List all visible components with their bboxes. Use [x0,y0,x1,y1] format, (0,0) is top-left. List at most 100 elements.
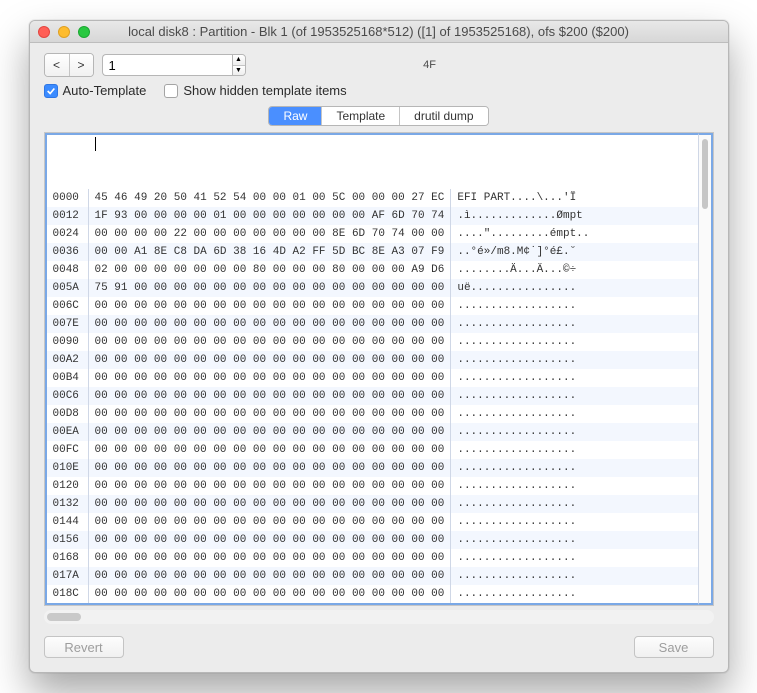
bytes-cell[interactable]: 00 00 00 00 00 00 00 00 00 00 00 00 00 0… [89,423,452,441]
block-stepper[interactable]: ▲ ▼ [232,54,246,76]
ascii-cell[interactable]: .................. [451,423,697,441]
hex-row[interactable]: 004802 00 00 00 00 00 00 00 80 00 00 00 … [47,261,698,279]
ascii-cell[interactable]: .................. [451,549,697,567]
byte-value-label: 4F [246,59,714,71]
ascii-cell[interactable]: ........Ä...Ä...©÷ [451,261,697,279]
bytes-cell[interactable]: 00 00 A1 8E C8 DA 6D 38 16 4D A2 FF 5D B… [89,243,452,261]
hex-row[interactable]: 005A75 91 00 00 00 00 00 00 00 00 00 00 … [47,279,698,297]
hex-row[interactable]: 010E00 00 00 00 00 00 00 00 00 00 00 00 … [47,459,698,477]
bytes-cell[interactable]: 00 00 00 00 00 00 00 00 00 00 00 00 00 0… [89,387,452,405]
hex-row[interactable]: 017A00 00 00 00 00 00 00 00 00 00 00 00 … [47,567,698,585]
offset-cell: 0000 [47,189,89,207]
ascii-cell[interactable]: ....".........émpt.. [451,225,697,243]
bytes-cell[interactable]: 00 00 00 00 00 00 00 00 00 00 00 00 00 0… [89,567,452,585]
hex-row[interactable]: 016800 00 00 00 00 00 00 00 00 00 00 00 … [47,549,698,567]
bytes-cell[interactable]: 00 00 00 00 00 00 00 00 00 00 00 00 00 0… [89,405,452,423]
bytes-cell[interactable]: 00 00 00 00 00 00 00 00 00 00 00 00 00 0… [89,441,452,459]
close-icon[interactable] [38,26,50,38]
hex-row[interactable]: 006C00 00 00 00 00 00 00 00 00 00 00 00 … [47,297,698,315]
save-button[interactable]: Save [634,636,714,658]
ascii-cell[interactable]: EFI PART....\...'Ï [451,189,697,207]
show-hidden-checkbox[interactable]: Show hidden template items [164,83,346,98]
offset-cell: 0090 [47,333,89,351]
hex-row[interactable]: 015600 00 00 00 00 00 00 00 00 00 00 00 … [47,531,698,549]
offset-cell: 018C [47,585,89,603]
ascii-cell[interactable]: uë................ [451,279,697,297]
minimize-icon[interactable] [58,26,70,38]
block-input[interactable] [102,54,232,76]
ascii-cell[interactable]: .................. [451,495,697,513]
ascii-cell[interactable]: .................. [451,477,697,495]
offset-cell: 0048 [47,261,89,279]
hex-editor: 000045 46 49 20 50 41 52 54 00 00 01 00 … [44,132,714,606]
hex-row[interactable]: 003600 00 A1 8E C8 DA 6D 38 16 4D A2 FF … [47,243,698,261]
hex-row[interactable]: 00C600 00 00 00 00 00 00 00 00 00 00 00 … [47,387,698,405]
prev-button[interactable]: < [45,54,69,76]
hex-row[interactable]: 000045 46 49 20 50 41 52 54 00 00 01 00 … [47,189,698,207]
ascii-cell[interactable]: .................. [451,585,697,603]
revert-button[interactable]: Revert [44,636,124,658]
ascii-cell[interactable]: .................. [451,333,697,351]
ascii-cell[interactable]: .................. [451,531,697,549]
ascii-cell[interactable]: .................. [451,441,697,459]
zoom-icon[interactable] [78,26,90,38]
hex-row[interactable]: 00EA00 00 00 00 00 00 00 00 00 00 00 00 … [47,423,698,441]
ascii-cell[interactable]: .................. [451,297,697,315]
hex-row[interactable]: 009000 00 00 00 00 00 00 00 00 00 00 00 … [47,333,698,351]
offset-cell: 0024 [47,225,89,243]
ascii-cell[interactable]: .................. [451,351,697,369]
ascii-cell[interactable]: .ì.............Ømpt [451,207,697,225]
view-tabs: Raw Template drutil dump [268,106,488,126]
ascii-cell[interactable]: .................. [451,369,697,387]
hex-row[interactable]: 00B400 00 00 00 00 00 00 00 00 00 00 00 … [47,369,698,387]
hex-row[interactable]: 007E00 00 00 00 00 00 00 00 00 00 00 00 … [47,315,698,333]
ascii-cell[interactable]: .................. [451,405,697,423]
bytes-cell[interactable]: 02 00 00 00 00 00 00 00 80 00 00 00 80 0… [89,261,452,279]
bytes-cell[interactable]: 00 00 00 00 00 00 00 00 00 00 00 00 00 0… [89,369,452,387]
bytes-cell[interactable]: 00 00 00 00 00 00 00 00 00 00 00 00 00 0… [89,513,452,531]
bytes-cell[interactable]: 00 00 00 00 00 00 00 00 00 00 00 00 00 0… [89,297,452,315]
bytes-cell[interactable]: 00 00 00 00 00 00 00 00 00 00 00 00 00 0… [89,495,452,513]
auto-template-checkbox[interactable]: Auto-Template [44,83,147,98]
bytes-cell[interactable]: 00 00 00 00 00 00 00 00 00 00 00 00 00 0… [89,351,452,369]
bytes-cell[interactable]: 00 00 00 00 00 00 00 00 00 00 00 00 00 0… [89,585,452,603]
scrollbar-thumb[interactable] [47,613,81,621]
bytes-cell[interactable]: 00 00 00 00 00 00 00 00 00 00 00 00 00 0… [89,459,452,477]
horizontal-scrollbar[interactable] [44,610,714,624]
ascii-cell[interactable]: .................. [451,387,697,405]
ascii-cell[interactable]: .................. [451,567,697,585]
hex-row[interactable]: 014400 00 00 00 00 00 00 00 00 00 00 00 … [47,513,698,531]
stepper-up-icon[interactable]: ▲ [233,55,245,65]
hex-row[interactable]: 012000 00 00 00 00 00 00 00 00 00 00 00 … [47,477,698,495]
bytes-cell[interactable]: 00 00 00 00 00 00 00 00 00 00 00 00 00 0… [89,333,452,351]
bytes-cell[interactable]: 00 00 00 00 00 00 00 00 00 00 00 00 00 0… [89,549,452,567]
bytes-cell[interactable]: 00 00 00 00 00 00 00 00 00 00 00 00 00 0… [89,315,452,333]
bytes-cell[interactable]: 00 00 00 00 00 00 00 00 00 00 00 00 00 0… [89,477,452,495]
hex-view[interactable]: 000045 46 49 20 50 41 52 54 00 00 01 00 … [45,133,698,605]
bytes-cell[interactable]: 00 00 00 00 22 00 00 00 00 00 00 00 8E 6… [89,225,452,243]
tab-raw[interactable]: Raw [269,107,321,125]
hex-row[interactable]: 013200 00 00 00 00 00 00 00 00 00 00 00 … [47,495,698,513]
next-button[interactable]: > [69,54,93,76]
tab-template[interactable]: Template [321,107,399,125]
bytes-cell[interactable]: 45 46 49 20 50 41 52 54 00 00 01 00 5C 0… [89,189,452,207]
tab-drutil-dump[interactable]: drutil dump [399,107,487,125]
vertical-scrollbar[interactable] [698,133,713,605]
hex-row[interactable]: 00121F 93 00 00 00 00 01 00 00 00 00 00 … [47,207,698,225]
offset-cell: 007E [47,315,89,333]
scrollbar-thumb[interactable] [702,139,708,209]
bytes-cell[interactable]: 75 91 00 00 00 00 00 00 00 00 00 00 00 0… [89,279,452,297]
ascii-cell[interactable]: ..°é»/m8.M¢˙]°é£.˘ [451,243,697,261]
stepper-down-icon[interactable]: ▼ [233,65,245,76]
offset-cell: 0168 [47,549,89,567]
hex-row[interactable]: 018C00 00 00 00 00 00 00 00 00 00 00 00 … [47,585,698,603]
hex-row[interactable]: 002400 00 00 00 22 00 00 00 00 00 00 00 … [47,225,698,243]
bytes-cell[interactable]: 1F 93 00 00 00 00 01 00 00 00 00 00 00 0… [89,207,452,225]
hex-row[interactable]: 00FC00 00 00 00 00 00 00 00 00 00 00 00 … [47,441,698,459]
hex-row[interactable]: 00A200 00 00 00 00 00 00 00 00 00 00 00 … [47,351,698,369]
hex-row[interactable]: 00D800 00 00 00 00 00 00 00 00 00 00 00 … [47,405,698,423]
bytes-cell[interactable]: 00 00 00 00 00 00 00 00 00 00 00 00 00 0… [89,531,452,549]
ascii-cell[interactable]: .................. [451,459,697,477]
ascii-cell[interactable]: .................. [451,513,697,531]
ascii-cell[interactable]: .................. [451,315,697,333]
